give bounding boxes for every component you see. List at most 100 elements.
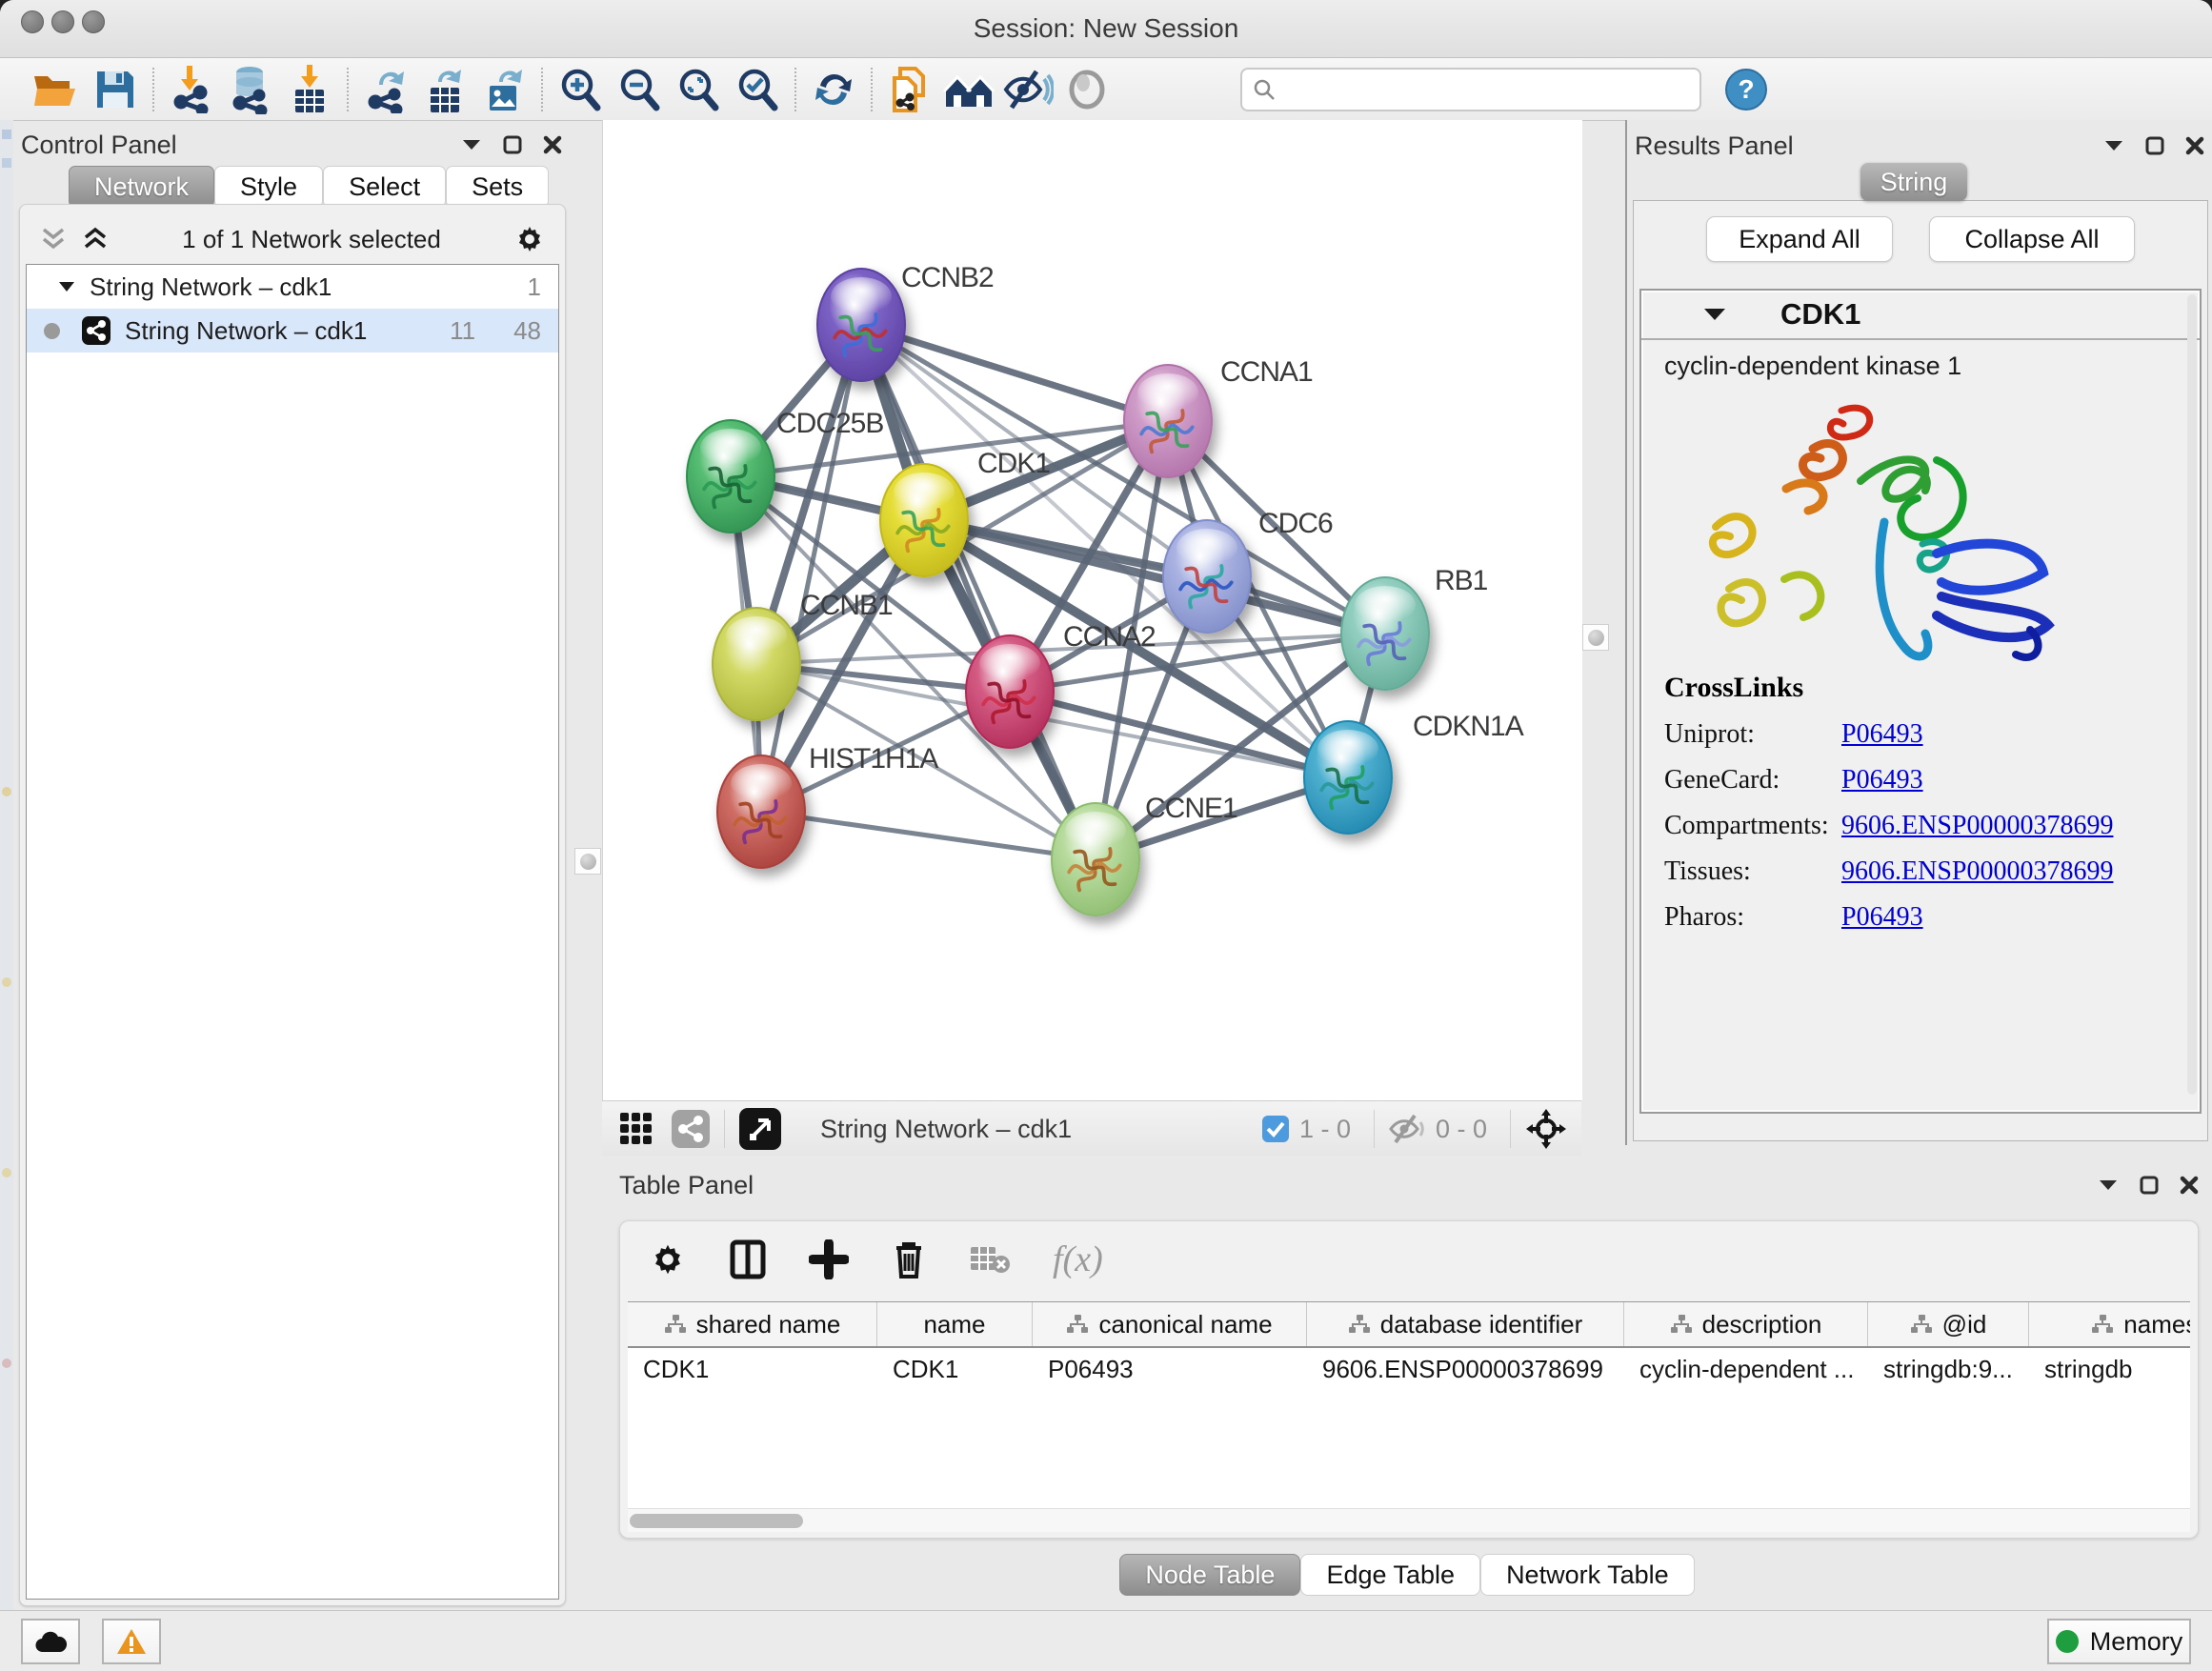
crosslink-row: Tissues:9606.ENSP00000378699	[1664, 856, 2182, 887]
network-node-CCNB1[interactable]: CCNB1	[713, 590, 893, 720]
column-header-name[interactable]: name	[877, 1302, 1033, 1346]
import-network-database-button[interactable]	[221, 63, 280, 116]
network-collection-row[interactable]: String Network – cdk1 1	[27, 265, 558, 309]
crosslink-label: Compartments:	[1664, 811, 1841, 841]
add-row-icon[interactable]	[809, 1239, 849, 1279]
close-panel-icon[interactable]	[2180, 1176, 2199, 1195]
tab-style[interactable]: Style	[214, 166, 323, 208]
float-panel-icon[interactable]	[503, 135, 522, 154]
table-options-gear-icon[interactable]	[649, 1240, 687, 1278]
column-header-canonical-name[interactable]: canonical name	[1033, 1302, 1307, 1346]
zoom-selected-button[interactable]	[728, 63, 787, 116]
panel-menu-icon[interactable]	[2098, 1178, 2119, 1192]
close-panel-icon[interactable]	[2185, 136, 2204, 155]
network-node-CCNE1[interactable]: CCNE1	[1052, 793, 1237, 916]
table-cell: CDK1	[628, 1348, 877, 1390]
network-canvas[interactable]: CCNB2CCNA1CDC25BCDK1CDC6RB1CCNB1CCNA2CDK…	[602, 120, 1582, 1100]
memory-button[interactable]: Memory	[2047, 1619, 2191, 1664]
search-input[interactable]	[1277, 75, 1661, 104]
float-panel-icon[interactable]	[2145, 136, 2164, 155]
gene-section-header[interactable]: CDK1	[1641, 291, 2200, 340]
cloud-status-button[interactable]	[21, 1619, 80, 1664]
tab-select[interactable]: Select	[323, 166, 446, 208]
table-horizontal-scrollbar[interactable]	[628, 1508, 2190, 1532]
network-view-share-icon[interactable]	[671, 1109, 711, 1149]
network-node-CCNA1[interactable]: CCNA1	[1124, 356, 1313, 477]
node-label: CCNB1	[800, 590, 893, 621]
network-node-CCNB2[interactable]: CCNB2	[817, 262, 994, 381]
tab-network-table[interactable]: Network Table	[1480, 1554, 1695, 1596]
network-row-selected[interactable]: String Network – cdk1 11 48	[27, 309, 558, 352]
new-network-from-selection-button[interactable]	[880, 63, 939, 116]
expand-all-button[interactable]: Expand All	[1706, 216, 1893, 262]
export-table-button[interactable]	[415, 63, 474, 116]
export-table-icon	[421, 65, 469, 114]
column-header--id[interactable]: @id	[1868, 1302, 2029, 1346]
show-hidden-button[interactable]	[1057, 63, 1116, 116]
table-header-row: shared namenamecanonical namedatabase id…	[628, 1302, 2190, 1348]
tab-node-table[interactable]: Node Table	[1119, 1554, 1300, 1596]
warning-icon	[115, 1627, 148, 1656]
export-image-button[interactable]	[474, 63, 533, 116]
collapse-all-button[interactable]: Collapse All	[1929, 216, 2135, 262]
network-edge[interactable]	[761, 812, 1096, 859]
home-networks-button[interactable]	[939, 63, 998, 116]
search-field[interactable]	[1240, 68, 1701, 111]
crosslink-link[interactable]: 9606.ENSP00000378699	[1841, 811, 2113, 841]
crosslink-link[interactable]: P06493	[1841, 902, 1923, 933]
network-edge[interactable]	[861, 325, 1096, 859]
memory-label: Memory	[2090, 1627, 2183, 1657]
window-title: Session: New Session	[0, 13, 2212, 44]
grid-view-icon[interactable]	[617, 1110, 655, 1148]
hidden-count: 0 - 0	[1436, 1115, 1487, 1144]
zoom-fit-button[interactable]	[669, 63, 728, 116]
right-splitter-handle[interactable]	[1582, 624, 1609, 651]
tree-expander-icon[interactable]	[57, 280, 76, 293]
hide-selected-button[interactable]	[998, 63, 1057, 116]
results-scrollbar[interactable]	[2187, 294, 2197, 1095]
column-header-database-identifier[interactable]: database identifier	[1307, 1302, 1624, 1346]
float-panel-icon[interactable]	[2140, 1176, 2159, 1195]
scrollbar-thumb[interactable]	[630, 1514, 803, 1528]
delete-trash-icon[interactable]	[891, 1238, 927, 1280]
crosslink-link[interactable]: P06493	[1841, 765, 1923, 795]
tab-network[interactable]: Network	[69, 166, 214, 208]
tab-edge-table[interactable]: Edge Table	[1300, 1554, 1480, 1596]
expand-all-icon[interactable]	[81, 227, 110, 252]
export-network-button[interactable]	[356, 63, 415, 116]
column-header-description[interactable]: description	[1624, 1302, 1868, 1346]
tab-string[interactable]: String	[1860, 163, 1967, 201]
network-node-RB1[interactable]: RB1	[1341, 565, 1488, 690]
zoom-in-button[interactable]	[551, 63, 610, 116]
add-column-icon[interactable]	[729, 1238, 767, 1280]
column-header-namespace[interactable]: namespace	[2029, 1302, 2190, 1346]
pan-crosshair-icon[interactable]	[1524, 1107, 1568, 1151]
zoom-out-button[interactable]	[610, 63, 669, 116]
open-session-button[interactable]	[27, 63, 86, 116]
network-edge[interactable]	[861, 325, 1168, 421]
import-table-button[interactable]	[280, 63, 339, 116]
panel-menu-icon[interactable]	[2103, 139, 2124, 152]
column-header-shared-name[interactable]: shared name	[628, 1302, 877, 1346]
network-node-CDKN1A[interactable]: CDKN1A	[1304, 711, 1524, 834]
tab-sets[interactable]: Sets	[446, 166, 549, 208]
warnings-button[interactable]	[102, 1619, 161, 1664]
gear-icon[interactable]	[513, 223, 546, 255]
table-row[interactable]: CDK1CDK1P064939606.ENSP00000378699cyclin…	[628, 1348, 2190, 1390]
help-button[interactable]: ?	[1717, 63, 1776, 116]
main-toolbar: ?	[0, 58, 2212, 121]
section-collapse-icon[interactable]	[1702, 307, 1727, 322]
import-table-icon	[286, 65, 333, 114]
refresh-button[interactable]	[804, 63, 863, 116]
import-network-button[interactable]	[162, 63, 221, 116]
save-session-button[interactable]	[86, 63, 145, 116]
panel-menu-icon[interactable]	[461, 138, 482, 151]
crosslink-link[interactable]: P06493	[1841, 719, 1923, 750]
selected-checkbox-icon[interactable]	[1261, 1115, 1290, 1143]
close-panel-icon[interactable]	[543, 135, 562, 154]
birds-eye-view-icon[interactable]	[738, 1107, 782, 1151]
crosslink-link[interactable]: 9606.ENSP00000378699	[1841, 856, 2113, 887]
network-node-HIST1H1A[interactable]: HIST1H1A	[717, 743, 938, 868]
left-splitter-handle[interactable]	[574, 848, 601, 875]
collapse-all-icon[interactable]	[39, 227, 68, 252]
